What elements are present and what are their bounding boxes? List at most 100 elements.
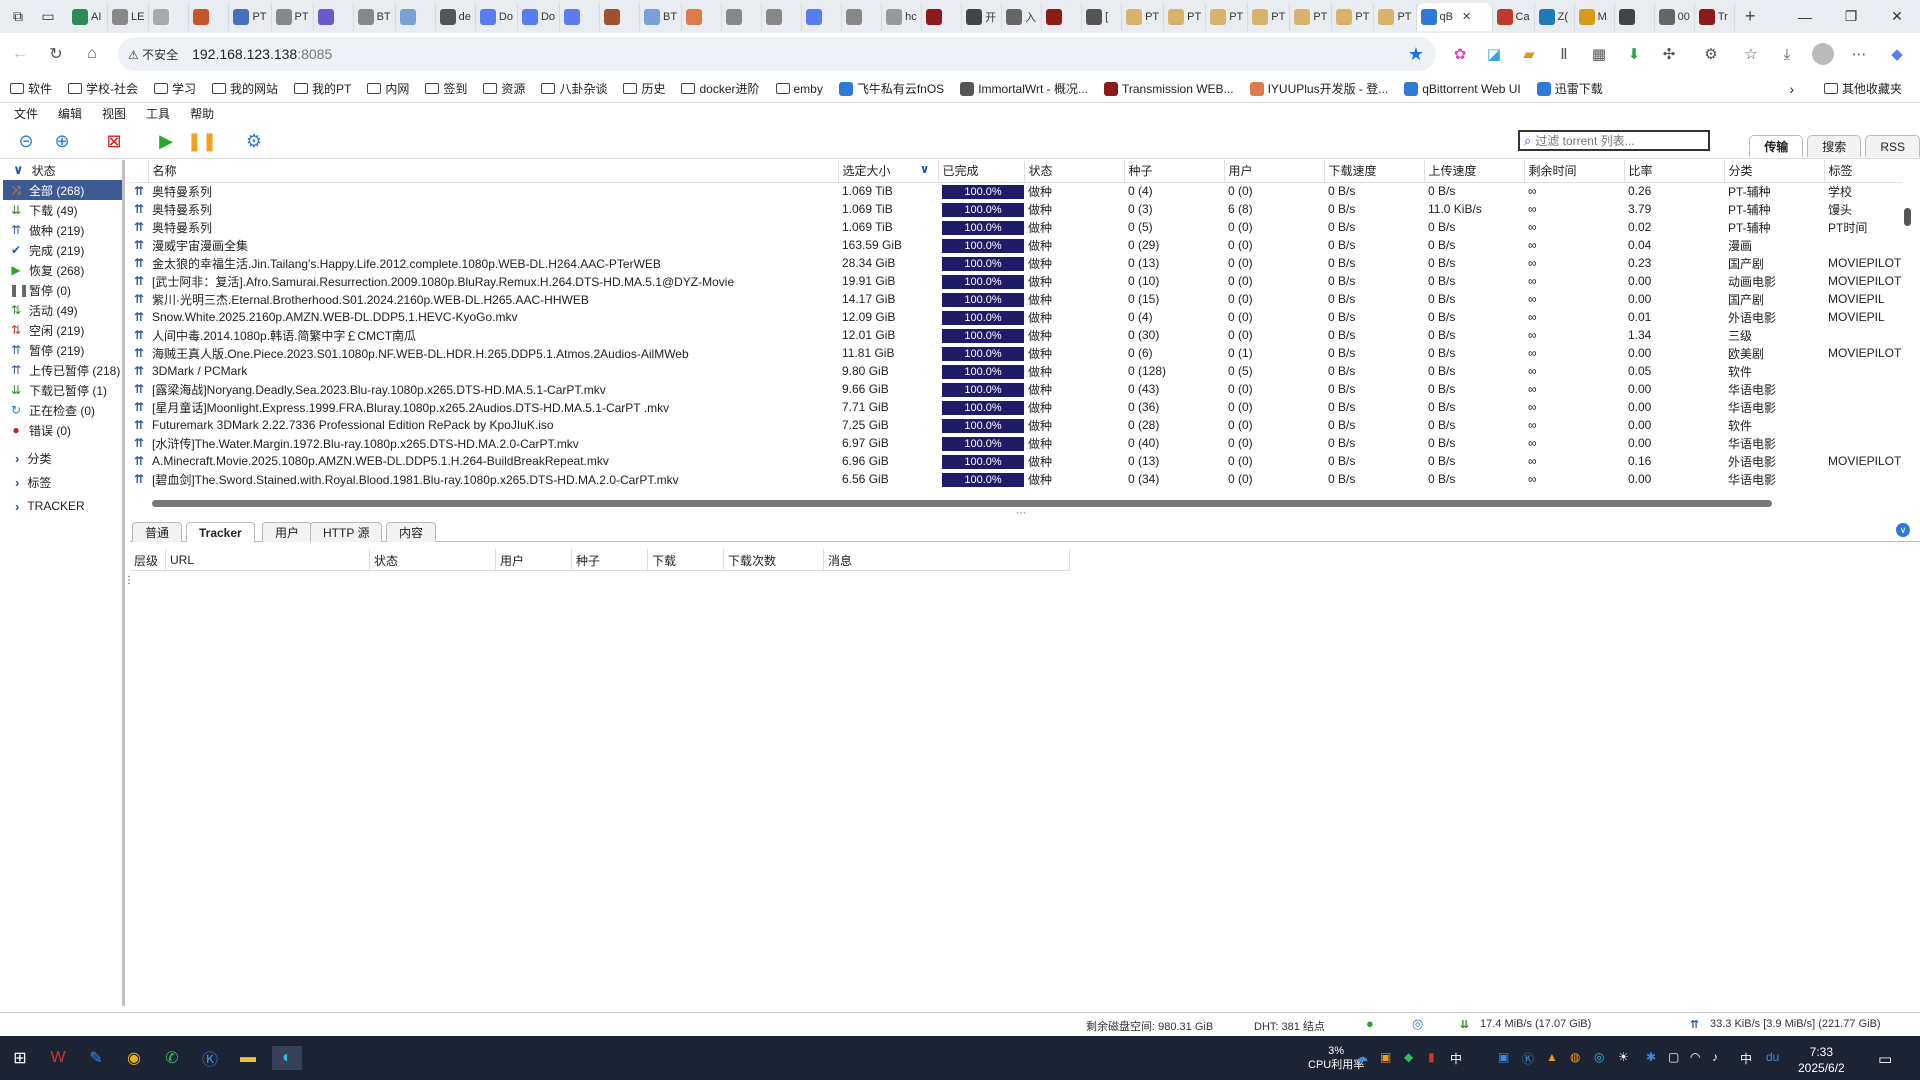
add-link-icon[interactable]: ⊝ <box>14 129 38 153</box>
status-filter-item[interactable]: ❚❚ 暂停 (0) <box>3 280 122 300</box>
browser-tab[interactable] <box>189 2 230 31</box>
tray-app-icon[interactable]: ▮ <box>1428 1050 1435 1064</box>
bluetooth-icon[interactable]: ✱ <box>1646 1050 1656 1064</box>
browser-tab[interactable] <box>922 2 963 31</box>
tab-tracker[interactable]: Tracker <box>186 522 255 542</box>
table-row[interactable]: ⇈ [水浒传]The.Water.Margin.1972.Blu-ray.1080… <box>130 434 1902 452</box>
bookmark-item[interactable]: qBittorrent Web UI <box>1404 81 1521 96</box>
bookmark-item[interactable]: docker进阶 <box>681 80 760 97</box>
favorites-icon[interactable]: ☆ <box>1738 41 1764 67</box>
tab-http-sources[interactable]: HTTP 源 <box>310 522 383 542</box>
tab-transfers[interactable]: 传输 <box>1749 135 1804 157</box>
alt-speed-icon[interactable]: ◎ <box>1412 1016 1423 1032</box>
back-icon[interactable]: ← <box>4 38 36 70</box>
workspaces-icon[interactable]: ⧉ <box>6 5 30 29</box>
tracker-column-header[interactable]: 种子 <box>572 549 648 571</box>
browser-tab[interactable] <box>682 2 723 31</box>
other-bookmarks-folder[interactable]: 其他收藏夹 <box>1823 80 1902 97</box>
status-filter-item[interactable]: ⤨ 全部 (268) <box>3 180 122 200</box>
volume-icon[interactable]: ♪ <box>1712 1050 1718 1064</box>
status-filter-item[interactable]: ⇅ 活动 (49) <box>3 300 122 320</box>
sidebar-resize-handle[interactable]: ⋮ <box>124 575 134 586</box>
extension-icon[interactable]: Ⅱ <box>1551 41 1577 67</box>
more-menu-icon[interactable]: ⋯ <box>1846 41 1872 67</box>
tray-app-icon[interactable]: ☀ <box>1618 1050 1629 1064</box>
table-row[interactable]: ⇈ [星月童话]Moonlight.Express.1999.FRA.Bluray… <box>130 398 1902 416</box>
extensions-puzzle-icon[interactable]: ⚙ <box>1698 41 1724 67</box>
table-vertical-scrollbar[interactable] <box>1904 190 1914 490</box>
bookmark-item[interactable]: 迅雷下载 <box>1536 80 1603 97</box>
copilot-icon[interactable]: ◆ <box>1884 41 1910 67</box>
tab-actions-icon[interactable]: ▭ <box>36 5 60 29</box>
browser-tab[interactable]: PT <box>272 2 314 31</box>
clock[interactable]: 7:33 2025/6/2 <box>1798 1044 1845 1076</box>
tab-peers[interactable]: 用户 <box>262 522 313 542</box>
menu-edit[interactable]: 编辑 <box>58 105 82 122</box>
browser-tab[interactable]: qB ✕ <box>1416 2 1493 31</box>
browser-tab[interactable]: Ca <box>1493 2 1535 31</box>
browser-tab[interactable]: de <box>436 2 476 31</box>
column-header[interactable]: 种子 <box>1124 160 1225 183</box>
bookmark-item[interactable]: ImmortalWrt - 概况... <box>960 80 1088 97</box>
status-filter-item[interactable]: ⇅ 空闲 (219) <box>3 320 122 340</box>
browser-tab[interactable]: AI <box>68 2 108 31</box>
minimize-icon[interactable]: — <box>1782 0 1828 33</box>
extension-icon[interactable]: ✿ <box>1447 41 1473 67</box>
bookmark-item[interactable]: 历史 <box>623 80 665 97</box>
profile-avatar-icon[interactable] <box>1810 41 1836 67</box>
tray-app-icon[interactable]: Ⓚ <box>1522 1050 1534 1067</box>
bookmark-star-icon[interactable]: ★ <box>1408 44 1424 65</box>
restore-icon[interactable]: ❐ <box>1828 0 1874 33</box>
browser-tab[interactable]: Tr <box>1695 2 1735 31</box>
settings-gear-icon[interactable]: ⚙ <box>242 129 266 153</box>
browser-tab[interactable] <box>802 2 843 31</box>
scrollbar-thumb[interactable] <box>152 500 1772 507</box>
browser-tab[interactable] <box>600 2 641 31</box>
browser-tab[interactable] <box>149 2 190 31</box>
menu-view[interactable]: 视图 <box>102 105 126 122</box>
browser-tab[interactable]: PT <box>1332 2 1375 31</box>
browser-tab[interactable] <box>314 2 354 31</box>
tracker-column-header[interactable]: 下载 <box>648 549 724 571</box>
browser-tab[interactable]: 开 <box>962 2 1003 31</box>
bookmark-item[interactable]: 八卦杂谈 <box>541 80 607 97</box>
column-header[interactable]: 选定大小 ∨ <box>838 160 939 183</box>
table-row[interactable]: ⇈ 奥特曼系列 1.069 TiB 100.0% 做种 0 (3) 6 (8) 0 B/s 11… <box>130 200 1902 218</box>
collapse-panel-icon[interactable]: ∨ <box>1896 523 1910 537</box>
tray-app-icon[interactable]: ▣ <box>1380 1050 1391 1064</box>
tray-app-icon[interactable]: ◎ <box>1594 1050 1604 1064</box>
table-row[interactable]: ⇈ Snow.White.2025.2160p.AMZN.WEB-DL.DDP5.… <box>130 308 1902 326</box>
extension-icon[interactable]: ▰ <box>1516 41 1542 67</box>
chrome-icon[interactable]: ◉ <box>122 1046 146 1070</box>
tray-ime-icon[interactable]: 中 <box>1450 1050 1462 1067</box>
browser-tab[interactable]: Do <box>476 2 518 31</box>
table-row[interactable]: ⇈ [碧血剑]The.Sword.Stained.with.Royal.Blood… <box>130 470 1902 488</box>
delete-icon[interactable]: ⊠ <box>102 129 126 153</box>
category-group[interactable]: › 分类 <box>3 446 122 470</box>
tracker-group[interactable]: › TRACKER <box>3 494 122 518</box>
browser-tab[interactable]: BT <box>640 2 683 31</box>
not-secure-warning[interactable]: ⚠ 不安全 <box>128 46 178 63</box>
column-header[interactable]: 剩余时间 <box>1524 160 1625 183</box>
bookmark-item[interactable]: 学校-社会 <box>68 80 138 97</box>
table-row[interactable]: ⇈ 紫川·光明三杰.Eternal.Brotherhood.S01.2024.21… <box>130 290 1902 308</box>
column-header[interactable]: 比率 <box>1624 160 1725 183</box>
reload-icon[interactable]: ↻ <box>40 38 72 70</box>
tab-rss[interactable]: RSS <box>1865 135 1920 157</box>
edge-icon[interactable]: ◐ <box>272 1046 302 1070</box>
tags-group[interactable]: › 标签 <box>3 470 122 494</box>
resume-icon[interactable]: ▶ <box>154 129 178 153</box>
browser-tab[interactable]: 入 <box>1002 2 1043 31</box>
tracker-column-header[interactable]: 状态 <box>370 549 496 571</box>
browser-tab[interactable]: PT <box>1374 2 1417 31</box>
bookmark-item[interactable]: 内网 <box>367 80 409 97</box>
baidu-input-icon[interactable]: du <box>1766 1050 1779 1064</box>
table-row[interactable]: ⇈ 奥特曼系列 1.069 TiB 100.0% 做种 0 (4) 0 (0) 0 B/s 0 … <box>130 182 1902 200</box>
browser-tab[interactable]: 00 <box>1655 2 1695 31</box>
tracker-column-header[interactable]: 下载次数 <box>724 549 824 571</box>
status-header[interactable]: ∨ 状态 <box>3 160 122 180</box>
app-icon[interactable]: ✎ <box>84 1046 108 1070</box>
table-row[interactable]: ⇈ 3DMark / PCMark 9.80 GiB 100.0% 做种 0 (128) 0… <box>130 362 1902 380</box>
browser-tab[interactable]: BT <box>354 2 396 31</box>
column-header[interactable]: 用户 <box>1224 160 1325 183</box>
